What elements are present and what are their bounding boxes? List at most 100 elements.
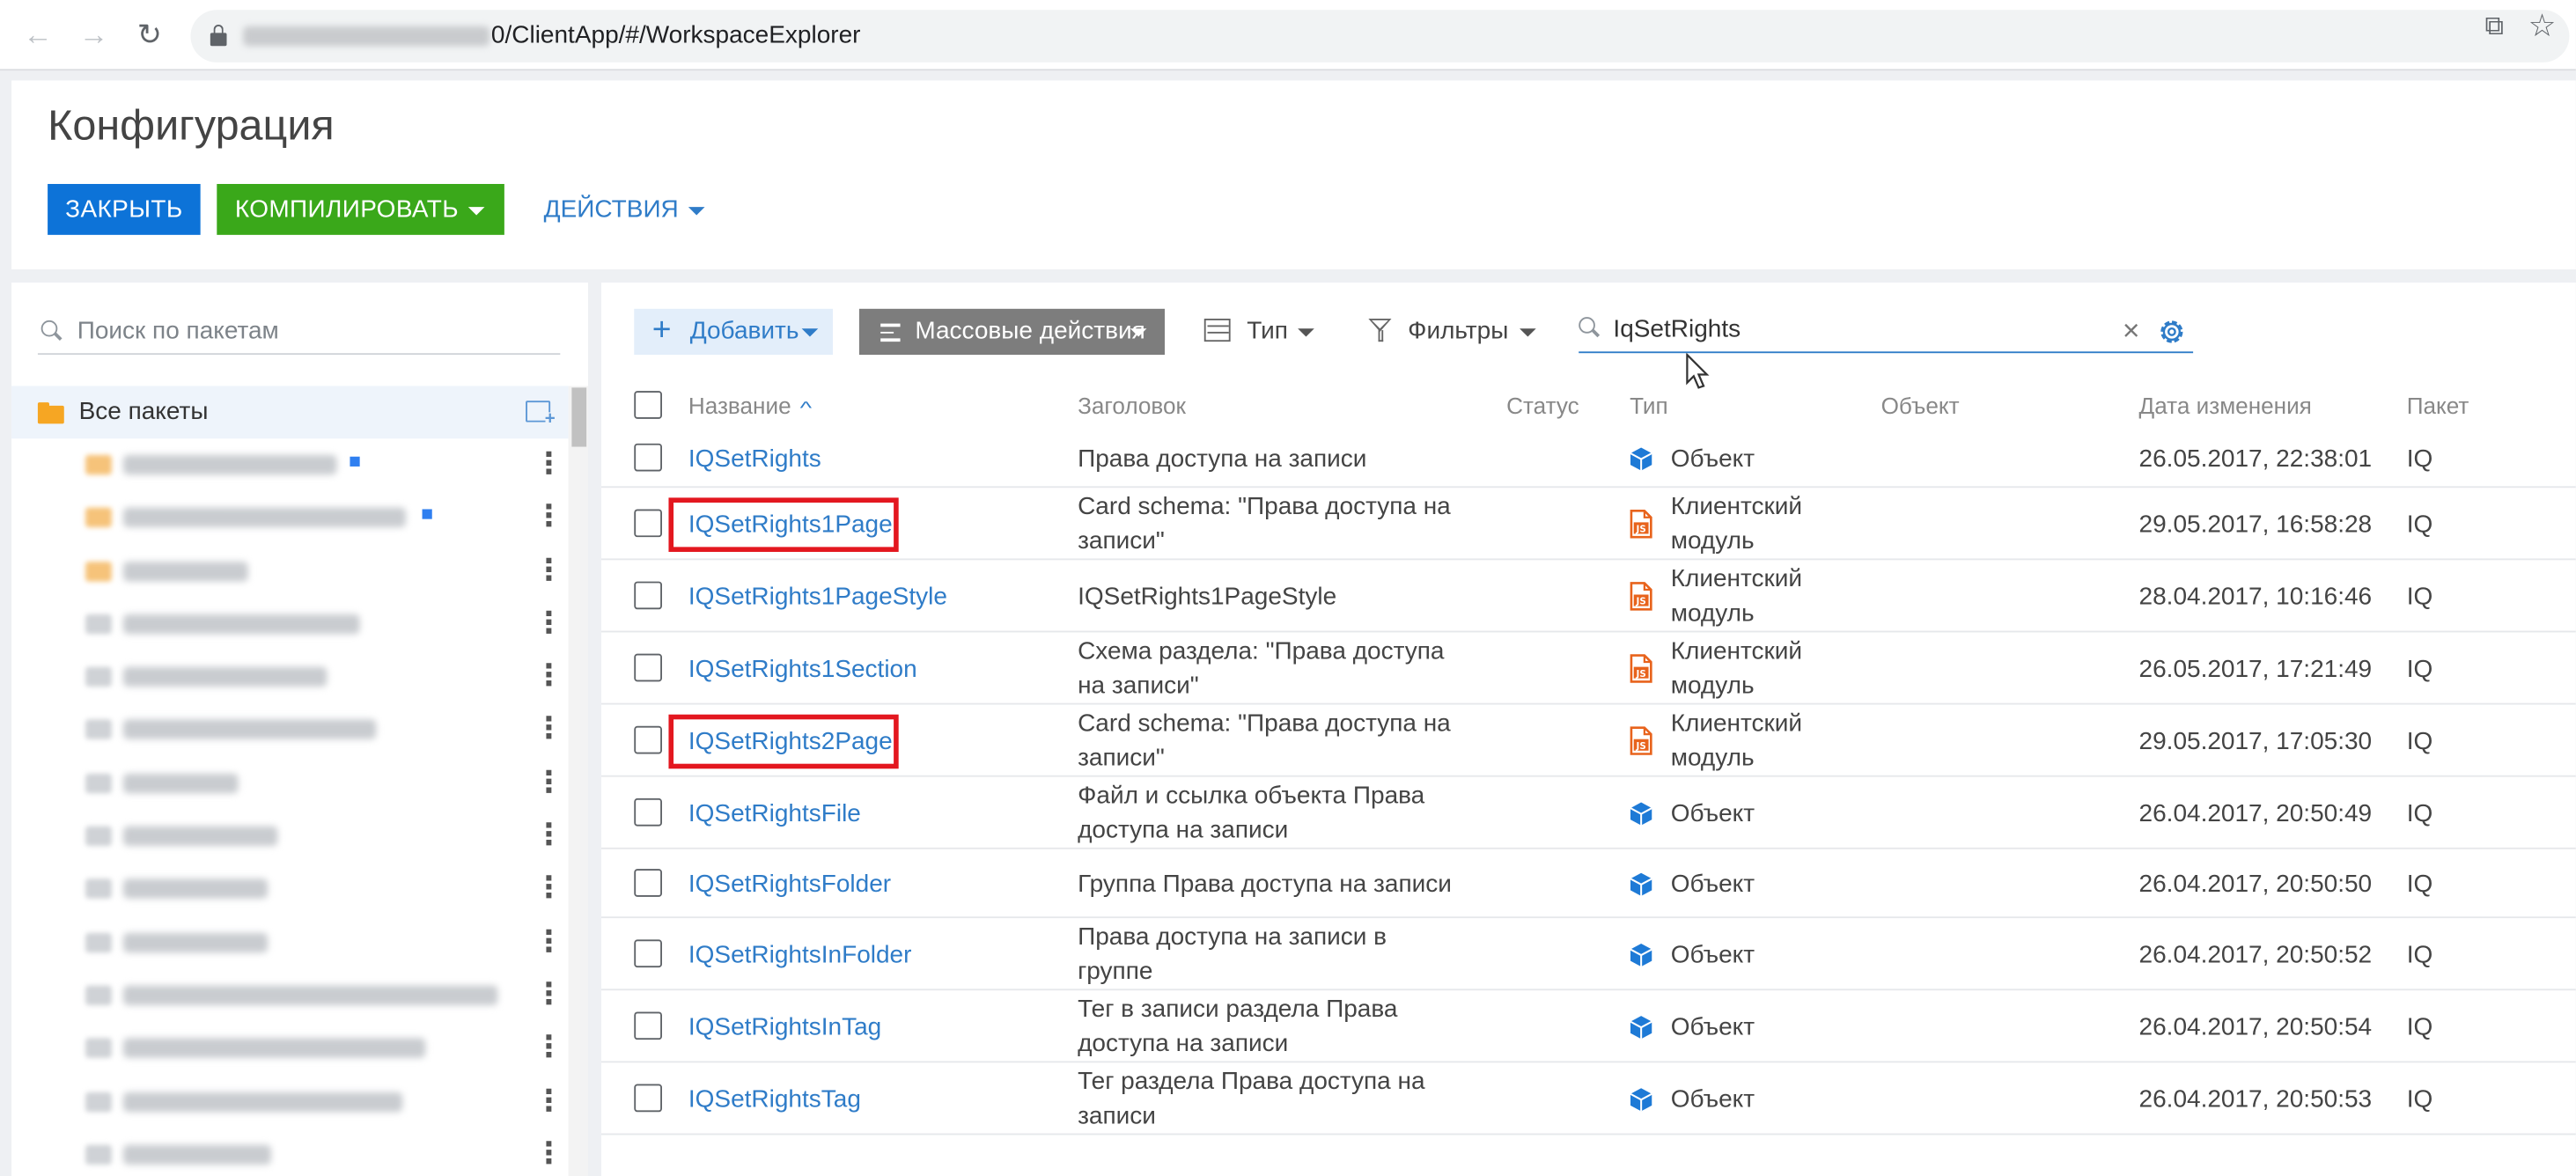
schema-name-link[interactable]: IQSetRightsFolder [688, 866, 891, 900]
clear-icon[interactable]: × [2123, 313, 2140, 346]
package-item[interactable]: ⋮ [11, 650, 569, 703]
package-item[interactable]: ⋮ [11, 1128, 569, 1176]
all-packages-item[interactable]: Все пакеты + [11, 386, 569, 439]
row-checkbox[interactable] [634, 442, 662, 471]
schema-name-link[interactable]: IQSetRightsInTag [688, 1010, 881, 1044]
package-item[interactable]: ⋮ [11, 757, 569, 810]
kebab-menu-icon[interactable]: ⋮ [534, 1135, 563, 1171]
package-item[interactable]: ⋮ [11, 438, 569, 491]
package-search-input[interactable] [77, 317, 554, 345]
schema-title: Card schema: "Права доступа на записи" [1078, 492, 1451, 555]
table-row[interactable]: IQSetRights1Page Card schema: "Права дост… [600, 488, 2576, 561]
forward-arrow-icon[interactable]: → [76, 17, 112, 53]
add-folder-icon[interactable]: + [526, 401, 556, 428]
js-file-icon: JS [1630, 582, 1652, 612]
row-checkbox[interactable] [634, 580, 662, 609]
package-item[interactable]: ⋮ [11, 1022, 569, 1075]
table-row[interactable]: IQSetRightsInTag Тег в записи раздела Пра… [600, 990, 2576, 1063]
kebab-menu-icon[interactable]: ⋮ [534, 658, 563, 694]
mass-actions-button[interactable]: Массовые действия [858, 308, 1165, 356]
row-checkbox[interactable] [634, 1011, 662, 1040]
svg-text:JS: JS [1636, 525, 1646, 535]
column-name[interactable]: Название ^ [688, 393, 812, 419]
package-item[interactable]: ⋮ [11, 863, 569, 915]
bookmark-star-icon[interactable]: ☆ [2528, 8, 2557, 46]
close-button[interactable]: ЗАКРЫТЬ [48, 183, 201, 235]
column-object[interactable]: Объект [1881, 393, 1960, 419]
schema-title: Файл и ссылка объекта Права доступа на з… [1078, 782, 1425, 845]
row-checkbox[interactable] [634, 797, 662, 826]
kebab-menu-icon[interactable]: ⋮ [534, 604, 563, 640]
column-title[interactable]: Заголовок [1078, 393, 1186, 419]
package-item[interactable]: ⋮ [11, 545, 569, 598]
kebab-menu-icon[interactable]: ⋮ [534, 710, 563, 746]
package-item[interactable]: ⋮ [11, 969, 569, 1022]
schema-package: IQ [2406, 726, 2433, 755]
kebab-menu-icon[interactable]: ⋮ [534, 922, 563, 959]
compile-button[interactable]: КОМПИЛИРОВАТЬ [217, 183, 504, 235]
schema-modified-date: 29.05.2017, 16:58:28 [2138, 510, 2373, 539]
column-status[interactable]: Статус [1506, 393, 1579, 419]
table-row[interactable]: IQSetRightsFile Файл и ссылка объекта Пра… [600, 777, 2576, 849]
package-item[interactable]: ⋮ [11, 704, 569, 757]
reload-icon[interactable]: ↻ [131, 17, 167, 53]
row-checkbox[interactable] [634, 508, 662, 537]
table-row[interactable]: IQSetRights Права доступа на записи Объект… [600, 429, 2576, 489]
kebab-menu-icon[interactable]: ⋮ [534, 1082, 563, 1118]
row-checkbox[interactable] [634, 652, 662, 681]
package-status-dot [350, 456, 360, 467]
row-checkbox[interactable] [634, 868, 662, 896]
schema-name-link[interactable]: IQSetRightsFile [688, 796, 861, 830]
chevron-down-icon [688, 206, 705, 215]
table-row[interactable]: IQSetRights1PageStyle IQSetRights1PageSty… [600, 560, 2576, 633]
table-row[interactable]: IQSetRightsTag Тег раздела Права доступа … [600, 1062, 2576, 1136]
kebab-menu-icon[interactable]: ⋮ [534, 763, 563, 799]
table-row[interactable]: IQSetRightsFolder Группа Права доступа на… [600, 849, 2576, 919]
package-icon [85, 1091, 112, 1112]
column-type[interactable]: Тип [1630, 393, 1668, 419]
svg-text:JS: JS [1636, 597, 1646, 607]
package-name-blurred [122, 932, 269, 952]
kebab-menu-icon[interactable]: ⋮ [534, 817, 563, 853]
table-row[interactable]: IQSetRights2Page Card schema: "Права дост… [600, 705, 2576, 777]
package-item[interactable]: ⋮ [11, 810, 569, 863]
scrollbar-thumb[interactable] [571, 387, 587, 447]
row-checkbox[interactable] [634, 1083, 662, 1112]
actions-button[interactable]: ДЕЙСТВИЯ [544, 195, 705, 224]
kebab-menu-icon[interactable]: ⋮ [534, 1029, 563, 1065]
package-item[interactable]: ⋮ [11, 1075, 569, 1128]
table-row[interactable]: IQSetRightsInFolder Права доступа на запи… [600, 918, 2576, 991]
kebab-menu-icon[interactable]: ⋮ [534, 551, 563, 587]
schema-name-link[interactable]: IQSetRightsInFolder [688, 937, 912, 972]
schema-name-link[interactable]: IQSetRightsTag [688, 1082, 861, 1116]
package-item[interactable]: ⋮ [11, 598, 569, 650]
schema-name-link[interactable]: IQSetRights1PageStyle [688, 579, 947, 614]
column-package[interactable]: Пакет [2407, 393, 2469, 419]
schema-package: IQ [2406, 582, 2433, 611]
kebab-menu-icon[interactable]: ⋮ [534, 445, 563, 481]
schema-name-link[interactable]: IQSetRights1Section [688, 651, 917, 686]
schema-name-link[interactable]: IQSetRights [688, 441, 821, 475]
column-date[interactable]: Дата изменения [2139, 393, 2312, 419]
cube-icon [1630, 942, 1652, 967]
row-checkbox[interactable] [634, 724, 662, 753]
package-item[interactable]: ⋮ [11, 916, 569, 969]
scrollbar[interactable] [568, 386, 589, 1176]
row-checkbox[interactable] [634, 938, 662, 967]
table-row[interactable]: IQSetRights1Section Схема раздела: "Права… [600, 632, 2576, 705]
kebab-menu-icon[interactable]: ⋮ [534, 975, 563, 1011]
kebab-menu-icon[interactable]: ⋮ [534, 498, 563, 534]
package-name-blurred [122, 773, 239, 793]
kebab-menu-icon[interactable]: ⋮ [534, 870, 563, 906]
back-arrow-icon[interactable]: ← [19, 17, 55, 53]
address-bar[interactable]: 0/ClientApp/#/WorkspaceExplorer [190, 10, 2570, 62]
package-icon [85, 666, 112, 687]
schema-search-input[interactable] [1613, 315, 2123, 343]
share-icon[interactable]: ⧉ [2484, 13, 2503, 43]
gear-icon[interactable] [2155, 315, 2188, 348]
package-item[interactable]: ⋮ [11, 491, 569, 544]
add-button[interactable]: + Добавить [634, 308, 834, 356]
page-title: Конфигурация [48, 99, 335, 150]
lock-icon[interactable] [210, 24, 227, 47]
select-all-checkbox[interactable] [634, 391, 662, 419]
